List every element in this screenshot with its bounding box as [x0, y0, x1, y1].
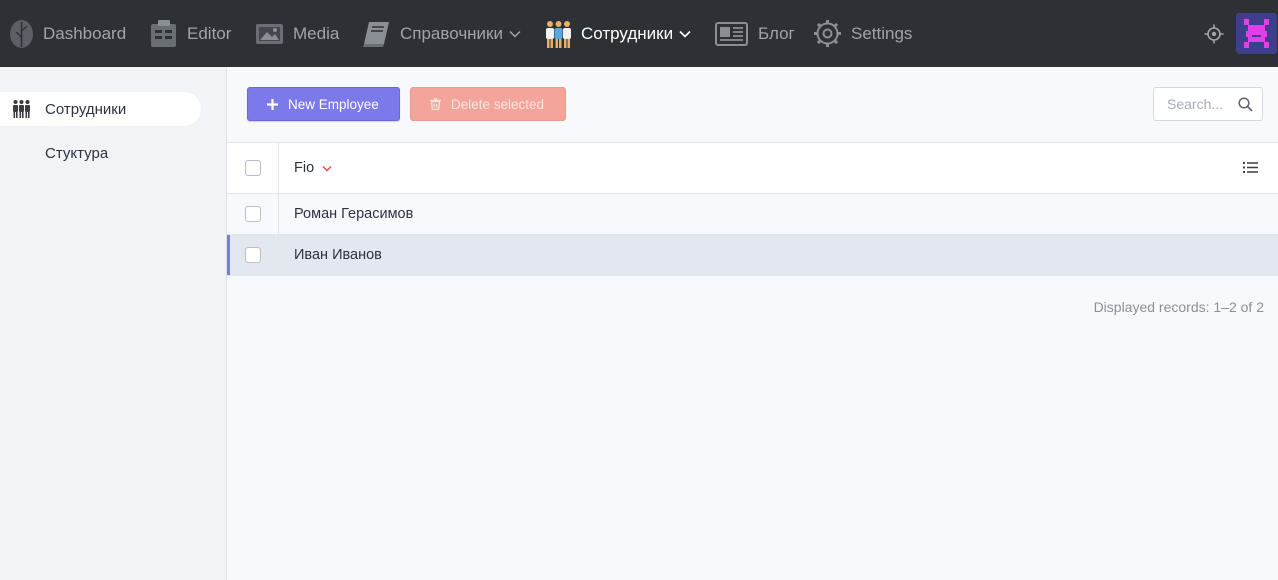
employees-table: Fio Роман Герасимов Иван Иванов	[227, 143, 1278, 276]
sidebar-item-label: Сотрудники	[45, 100, 127, 118]
chevron-down-icon	[679, 30, 691, 38]
nav-settings[interactable]: Settings	[813, 0, 912, 67]
sidebar-item-employees[interactable]: Сотрудники	[0, 92, 201, 126]
row-checkbox[interactable]	[244, 206, 261, 222]
sidebar: Сотрудники Стуктура	[0, 67, 227, 580]
avatar[interactable]	[1236, 13, 1277, 54]
toolbar: New Employee Delete selected	[227, 67, 1278, 143]
nav-media-label: Media	[293, 23, 340, 43]
nav-references[interactable]: Справочники	[362, 0, 521, 67]
top-right-controls	[1204, 0, 1278, 67]
search-icon[interactable]	[1238, 97, 1253, 117]
records-info: Displayed records: 1–2 of 2	[1093, 299, 1264, 315]
employees-icon	[0, 99, 45, 119]
blog-icon	[714, 21, 749, 47]
nav-blog-label: Блог	[758, 23, 795, 43]
employees-icon	[545, 19, 572, 49]
sidebar-item-structure[interactable]: Стуктура	[0, 136, 201, 170]
nav-employees[interactable]: Сотрудники	[545, 0, 691, 67]
nav-dashboard-label: Dashboard	[43, 23, 127, 43]
plus-icon	[267, 98, 278, 110]
nav-references-label: Справочники	[400, 23, 503, 43]
trash-icon	[430, 98, 441, 110]
sidebar-item-label: Стуктура	[45, 144, 109, 162]
search-box	[1153, 87, 1263, 121]
table-header-row: Fio	[227, 143, 1278, 194]
sort-chevron-down-icon[interactable]	[322, 165, 332, 172]
nav-dashboard[interactable]: Dashboard	[9, 0, 126, 67]
new-employee-button[interactable]: New Employee	[247, 87, 400, 121]
new-employee-label: New Employee	[288, 96, 379, 112]
fio-cell: Роман Герасимов	[294, 206, 414, 222]
table-row[interactable]: Иван Иванов	[227, 235, 1278, 276]
column-list-icon[interactable]	[1243, 161, 1258, 179]
column-header-fio[interactable]: Fio	[294, 160, 314, 176]
gear-icon	[813, 19, 842, 48]
nav-settings-label: Settings	[851, 23, 913, 43]
book-icon	[362, 20, 391, 48]
media-icon	[255, 22, 284, 46]
table-row[interactable]: Роман Герасимов	[227, 194, 1278, 235]
top-navbar: Dashboard Editor Media Справочники Сотру…	[0, 0, 1278, 67]
delete-selected-label: Delete selected	[451, 96, 545, 112]
locate-icon[interactable]	[1204, 24, 1224, 44]
select-all-checkbox[interactable]	[244, 160, 261, 176]
nav-editor[interactable]: Editor	[149, 0, 231, 67]
row-checkbox[interactable]	[244, 247, 261, 263]
delete-selected-button[interactable]: Delete selected	[410, 87, 566, 121]
search-input[interactable]	[1154, 88, 1238, 120]
nav-blog[interactable]: Блог	[714, 0, 795, 67]
editor-icon	[149, 19, 178, 49]
chevron-down-icon	[509, 30, 521, 38]
nav-media[interactable]: Media	[255, 0, 339, 67]
feather-logo-icon	[9, 19, 34, 49]
fio-cell: Иван Иванов	[294, 247, 382, 263]
main-content: New Employee Delete selected Fio	[227, 67, 1278, 580]
nav-editor-label: Editor	[187, 23, 232, 43]
nav-employees-label: Сотрудники	[581, 23, 674, 43]
